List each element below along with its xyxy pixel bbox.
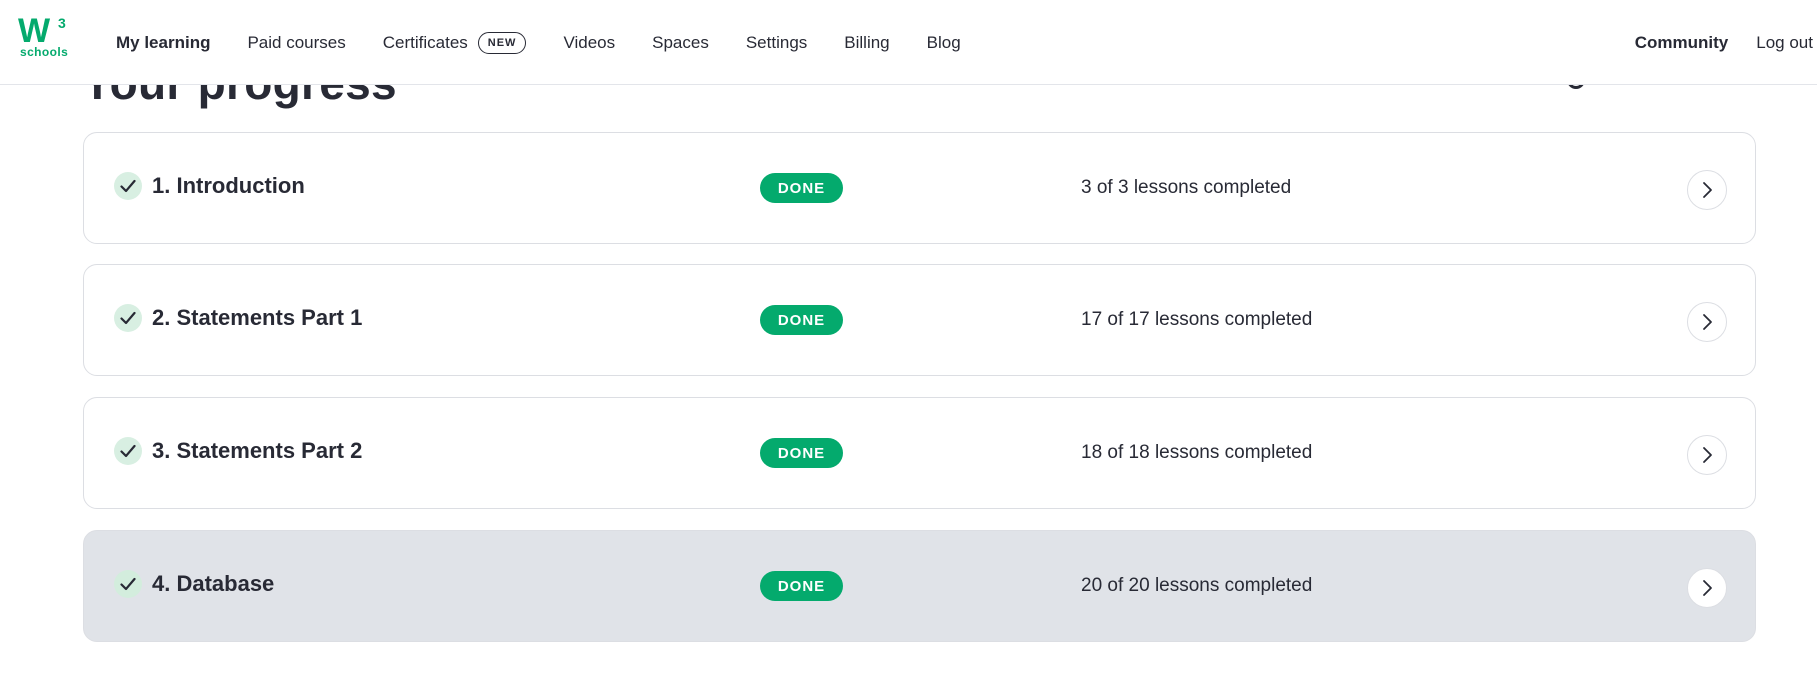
logo-superscript: 3 xyxy=(58,15,66,31)
nav-blog[interactable]: Blog xyxy=(927,33,961,53)
module-title: 2. Statements Part 1 xyxy=(152,305,363,330)
nav-billing[interactable]: Billing xyxy=(844,33,889,53)
module-card[interactable]: 2. Statements Part 1 DONE 17 of 17 lesso… xyxy=(83,264,1756,376)
lessons-progress: 20 of 20 lessons completed xyxy=(1081,575,1313,596)
lessons-progress: 18 of 18 lessons completed xyxy=(1081,442,1313,463)
nav-certificates[interactable]: Certificates NEW xyxy=(383,31,527,54)
lessons-progress: 17 of 17 lessons completed xyxy=(1081,309,1313,330)
community-link[interactable]: Community xyxy=(1635,33,1729,53)
status-badge: DONE xyxy=(760,173,843,203)
module-title: 1. Introduction xyxy=(152,173,305,198)
checkmark-icon xyxy=(114,304,142,332)
module-title: 3. Statements Part 2 xyxy=(152,438,363,463)
nav-videos[interactable]: Videos xyxy=(563,33,615,53)
module-card[interactable]: 4. Database DONE 20 of 20 lessons comple… xyxy=(83,530,1756,642)
new-badge: NEW xyxy=(477,31,527,54)
status-badge: DONE xyxy=(760,571,843,601)
lessons-progress: 3 of 3 lessons completed xyxy=(1081,177,1292,198)
module-card[interactable]: 1. Introduction DONE 3 of 3 lessons comp… xyxy=(83,132,1756,244)
module-title: 4. Database xyxy=(152,571,275,596)
checkmark-icon xyxy=(114,437,142,465)
top-navbar: W 3 schools My learning Paid courses Cer… xyxy=(0,0,1817,85)
nav-paid-courses[interactable]: Paid courses xyxy=(247,33,345,53)
open-module-button[interactable] xyxy=(1687,170,1727,210)
module-card[interactable]: 3. Statements Part 2 DONE 18 of 18 lesso… xyxy=(83,397,1756,509)
status-badge: DONE xyxy=(760,305,843,335)
checkmark-icon xyxy=(114,172,142,200)
nav-my-learning[interactable]: My learning xyxy=(116,33,210,53)
checkmark-icon xyxy=(114,570,142,598)
logout-link[interactable]: Log out xyxy=(1756,33,1813,53)
open-module-button[interactable] xyxy=(1687,435,1727,475)
chevron-right-icon xyxy=(1703,447,1712,463)
status-badge: DONE xyxy=(760,438,843,468)
chevron-right-icon xyxy=(1703,314,1712,330)
main-nav: My learning Paid courses Certificates NE… xyxy=(116,0,998,85)
open-module-button[interactable] xyxy=(1687,568,1727,608)
open-module-button[interactable] xyxy=(1687,302,1727,342)
chevron-right-icon xyxy=(1703,182,1712,198)
nav-settings[interactable]: Settings xyxy=(746,33,807,53)
chevron-right-icon xyxy=(1703,580,1712,596)
nav-spaces[interactable]: Spaces xyxy=(652,33,709,53)
nav-right: Community Log out xyxy=(1635,0,1813,85)
logo-subtext: schools xyxy=(20,45,69,59)
